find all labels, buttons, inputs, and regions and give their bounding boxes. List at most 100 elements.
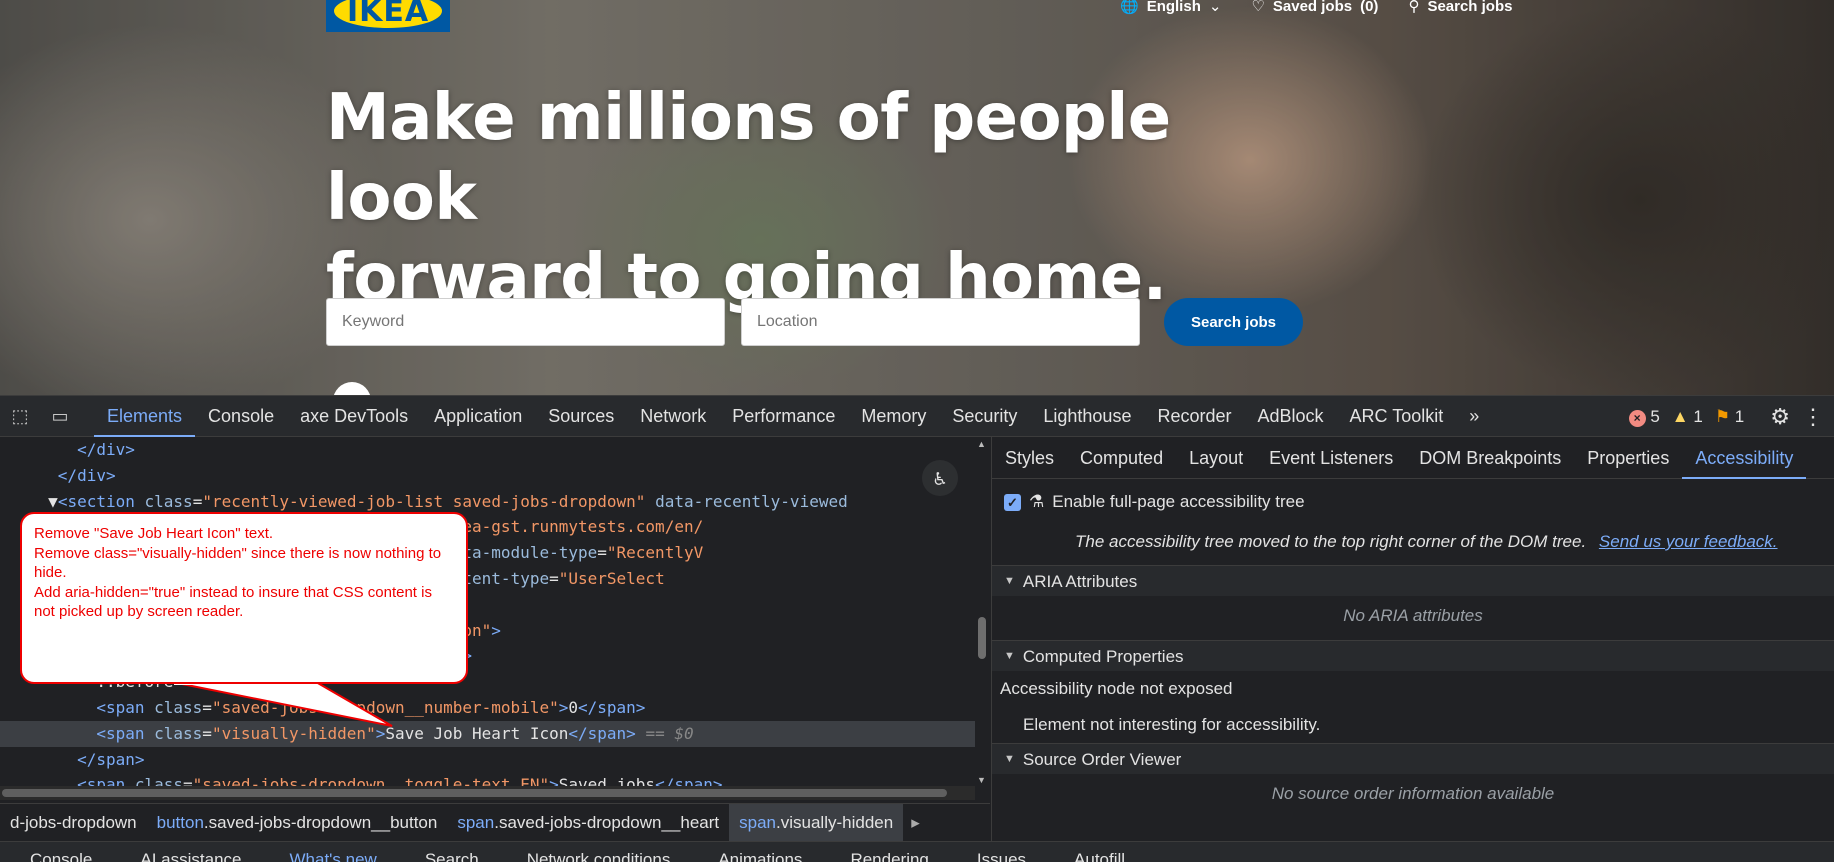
dom-node[interactable]: ▼<section class="recently-viewed-job-lis… xyxy=(0,489,975,515)
issue-icon: ⚑ xyxy=(1714,407,1731,426)
saved-jobs-count: (0) xyxy=(1360,0,1379,15)
tab-recorder[interactable]: Recorder xyxy=(1144,395,1244,437)
side-tab-layout[interactable]: Layout xyxy=(1176,437,1256,479)
breadcrumb-item[interactable]: d-jobs-dropdown xyxy=(0,804,147,841)
hero-headline: Make millions of people look forward to … xyxy=(326,78,1286,318)
location-input[interactable] xyxy=(741,298,1140,346)
error-icon: × xyxy=(1628,410,1646,427)
top-navigation: 🌐 English ⌄ ♡ Saved jobs (0) ⚲ Search jo… xyxy=(1120,0,1512,15)
drawer-tab-what-s-new[interactable]: What's new xyxy=(259,842,394,862)
tab-lighthouse[interactable]: Lighthouse xyxy=(1030,395,1144,437)
drawer-tab-ai-assistance[interactable]: AI assistance xyxy=(110,842,259,862)
headline-line-1: Make millions of people look xyxy=(326,81,1171,235)
side-tab-styles[interactable]: Styles xyxy=(992,437,1067,479)
side-tab-properties[interactable]: Properties xyxy=(1574,437,1682,479)
enable-full-page-tree[interactable]: ✓ ⚗ Enable full-page accessibility tree xyxy=(992,479,1834,525)
saved-jobs-link[interactable]: ♡ Saved jobs (0) xyxy=(1251,0,1378,15)
aria-empty-message: No ARIA attributes xyxy=(1343,606,1483,625)
tree-moved-text: The accessibility tree moved to the top … xyxy=(1075,532,1587,551)
enable-tree-label: Enable full-page accessibility tree xyxy=(1052,492,1305,511)
tab-sources[interactable]: Sources xyxy=(535,395,627,437)
carousel-pause-button[interactable] xyxy=(333,382,371,395)
sidebar-pane: Styles Computed Layout Event Listeners DOM B… xyxy=(991,437,1834,841)
breadcrumb-scroll-right-icon[interactable]: ▸ xyxy=(911,813,920,833)
source-order-header[interactable]: ▼ Source Order Viewer xyxy=(992,743,1834,774)
annotation-callout: Remove "Save Job Heart Icon" text. Remov… xyxy=(20,512,468,684)
tab-adblock[interactable]: AdBlock xyxy=(1244,395,1336,437)
warning-count[interactable]: ▲ 1 xyxy=(1672,407,1703,427)
dom-node[interactable]: <span class="saved-jobs-dropdown__number… xyxy=(0,695,975,721)
breadcrumb-item[interactable]: button.saved-jobs-dropdown__button xyxy=(147,804,448,841)
dom-node-selected[interactable]: <span class="visually-hidden">Save Job H… xyxy=(0,720,975,747)
devtools-tabbar: ⬚ ▭ Elements Console axe DevTools Applicati… xyxy=(0,395,1834,437)
dom-node[interactable]: </span> xyxy=(0,747,975,773)
search-icon: ⚲ xyxy=(1408,0,1420,15)
search-jobs-label: Search jobs xyxy=(1427,0,1513,15)
drawer-tab-issues[interactable]: Issues xyxy=(947,842,1044,862)
tab-console[interactable]: Console xyxy=(195,395,287,437)
sidebar-tabs: Styles Computed Layout Event Listeners DOM B… xyxy=(992,437,1834,479)
tab-memory[interactable]: Memory xyxy=(848,395,939,437)
careers-hero: IKEA 🌐 English ⌄ ♡ Saved jobs (0) ⚲ Sear… xyxy=(0,0,1834,395)
more-tabs-button[interactable]: » xyxy=(1456,395,1492,437)
aria-attributes-header[interactable]: ▼ ARIA Attributes xyxy=(992,565,1834,596)
settings-gear-icon[interactable]: ⚙ xyxy=(1770,404,1790,430)
not-interesting-message: Element not interesting for accessibilit… xyxy=(1023,715,1321,734)
tab-elements[interactable]: Elements xyxy=(94,395,196,437)
source-order-empty-message: No source order information available xyxy=(1271,784,1555,803)
dom-node[interactable]: </div> xyxy=(0,437,975,463)
ikea-logo-text: IKEA xyxy=(334,0,442,29)
collapse-triangle-icon: ▼ xyxy=(1004,752,1015,765)
annotation-line-1: Remove "Save Job Heart Icon" text. xyxy=(34,525,274,542)
dom-node[interactable]: </div> xyxy=(0,463,975,489)
device-toolbar-icon[interactable]: ▭ xyxy=(40,406,80,427)
scroll-up-icon[interactable]: ▲ xyxy=(977,439,986,449)
drawer-tab-console[interactable]: Console xyxy=(0,842,110,862)
drawer-tab-network-conditions[interactable]: Network conditions xyxy=(497,842,689,862)
search-jobs-link[interactable]: ⚲ Search jobs xyxy=(1408,0,1512,15)
keyword-input[interactable] xyxy=(326,298,725,346)
error-count[interactable]: × 5 xyxy=(1628,407,1660,427)
more-options-icon[interactable]: ⋮ xyxy=(1802,404,1824,430)
globe-icon: 🌐 xyxy=(1120,0,1139,15)
tab-axe-devtools[interactable]: axe DevTools xyxy=(287,395,421,437)
computed-properties-header[interactable]: ▼ Computed Properties xyxy=(992,640,1834,671)
heart-icon: ♡ xyxy=(1251,0,1265,15)
dom-horizontal-scrollbar[interactable] xyxy=(0,786,975,800)
tab-application[interactable]: Application xyxy=(421,395,535,437)
devtools-panel-tabs: Elements Console axe DevTools Application So… xyxy=(94,395,1456,437)
ikea-logo[interactable]: IKEA xyxy=(326,0,450,32)
drawer-tab-animations[interactable]: Animations xyxy=(688,842,820,862)
side-tab-dom-breakpoints[interactable]: DOM Breakpoints xyxy=(1406,437,1574,479)
checkbox-checked-icon[interactable]: ✓ xyxy=(1004,493,1021,511)
feedback-link[interactable]: Send us your feedback. xyxy=(1599,532,1778,551)
side-tab-accessibility[interactable]: Accessibility xyxy=(1682,437,1807,479)
side-tab-computed[interactable]: Computed xyxy=(1067,437,1176,479)
tab-arc-toolkit[interactable]: ARC Toolkit xyxy=(1337,395,1457,437)
issues-count[interactable]: ⚑ 1 xyxy=(1715,407,1744,427)
tab-performance[interactable]: Performance xyxy=(719,395,848,437)
breadcrumb-item[interactable]: span.saved-jobs-dropdown__heart xyxy=(447,804,729,841)
dom-vertical-scrollbar[interactable]: ▲ ▼ xyxy=(975,437,989,787)
tab-network[interactable]: Network xyxy=(627,395,719,437)
search-jobs-button[interactable]: Search jobs xyxy=(1164,298,1303,346)
accessibility-tree-toggle-icon[interactable]: ♿ xyxy=(922,460,958,496)
collapse-triangle-icon: ▼ xyxy=(1004,574,1015,587)
drawer-tab-autofill[interactable]: Autofill xyxy=(1044,842,1143,862)
collapse-triangle-icon: ▼ xyxy=(1004,649,1015,662)
drawer-tab-rendering[interactable]: Rendering xyxy=(820,842,946,862)
scroll-down-icon[interactable]: ▼ xyxy=(977,775,986,785)
language-selector[interactable]: 🌐 English ⌄ xyxy=(1120,0,1221,15)
tab-security[interactable]: Security xyxy=(939,395,1030,437)
side-tab-event-listeners[interactable]: Event Listeners xyxy=(1256,437,1406,479)
flask-icon: ⚗ xyxy=(1029,492,1045,511)
breadcrumb-item[interactable]: span.visually-hidden xyxy=(729,804,904,841)
warning-icon: ▲ xyxy=(1671,407,1689,426)
chevron-down-icon: ⌄ xyxy=(1208,0,1222,15)
annotation-line-2: Remove class="visually-hidden" since the… xyxy=(34,544,442,582)
devtools-status: × 5 ▲ 1 ⚑ 1 ⚙ ⋮ xyxy=(1628,396,1834,438)
drawer-tab-search[interactable]: Search xyxy=(395,842,497,862)
language-label: English xyxy=(1146,0,1201,15)
inspect-element-icon[interactable]: ⬚ xyxy=(0,406,40,427)
saved-jobs-label: Saved jobs xyxy=(1272,0,1353,15)
